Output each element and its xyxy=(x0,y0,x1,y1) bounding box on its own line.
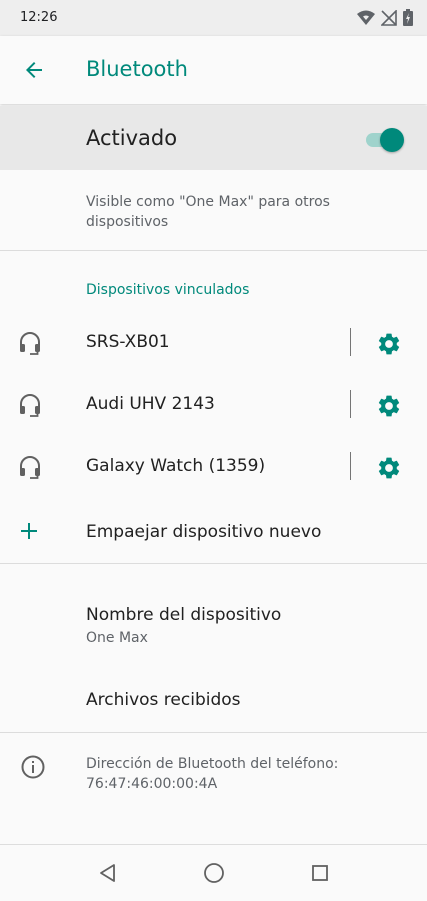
received-files-label: Archivos recibidos xyxy=(86,690,241,710)
device-name-title: Nombre del dispositivo xyxy=(86,605,282,625)
divider xyxy=(0,563,427,564)
vertical-divider xyxy=(350,390,351,418)
device-name: SRS-XB01 xyxy=(86,332,170,352)
bluetooth-master-switch[interactable]: Activado xyxy=(0,106,427,170)
navigation-bar xyxy=(0,844,427,901)
headset-icon xyxy=(20,456,40,479)
device-name-setting[interactable] xyxy=(0,590,427,660)
bluetooth-address: Dirección de Bluetooth del teléfono: 76:… xyxy=(86,754,338,794)
gear-icon[interactable] xyxy=(376,331,402,357)
headset-icon xyxy=(20,394,40,417)
gear-icon[interactable] xyxy=(376,455,402,481)
recents-square-icon[interactable] xyxy=(308,861,332,885)
battery-charging-icon xyxy=(403,9,413,26)
arrow-back-icon xyxy=(26,62,42,78)
page-title: Bluetooth xyxy=(86,57,188,81)
app-bar: Bluetooth xyxy=(0,36,427,104)
status-time: 12:26 xyxy=(20,10,58,25)
bluetooth-address-value: 76:47:46:00:00:4A xyxy=(86,776,218,792)
device-row-galaxy-watch[interactable]: Galaxy Watch (1359) xyxy=(0,436,427,498)
vertical-divider xyxy=(350,452,351,480)
device-name: Audi UHV 2143 xyxy=(86,394,215,414)
master-switch-label: Activado xyxy=(86,126,178,150)
no-signal-icon xyxy=(381,9,397,26)
pair-new-device-button[interactable]: Empaejar dispositivo nuevo xyxy=(0,504,427,562)
status-icons xyxy=(357,9,413,26)
status-bar: 12:26 xyxy=(0,0,427,36)
device-row-srs-xb01[interactable]: SRS-XB01 xyxy=(0,312,427,374)
device-name: Galaxy Watch (1359) xyxy=(86,456,266,476)
back-triangle-icon[interactable] xyxy=(96,861,120,885)
device-name-value: One Max xyxy=(86,630,148,646)
toggle-thumb xyxy=(380,128,404,152)
info-icon xyxy=(21,755,45,779)
divider xyxy=(0,250,427,251)
headset-icon xyxy=(20,332,40,355)
back-button[interactable] xyxy=(14,58,54,82)
visibility-text: Visible como "One Max" para otros dispos… xyxy=(86,194,330,230)
gear-icon[interactable] xyxy=(376,393,402,419)
home-circle-icon[interactable] xyxy=(202,861,226,885)
wifi-icon xyxy=(357,10,375,25)
bluetooth-toggle[interactable] xyxy=(366,128,406,152)
device-row-audi[interactable]: Audi UHV 2143 xyxy=(0,374,427,436)
vertical-divider xyxy=(350,328,351,356)
pair-new-device-label: Empaejar dispositivo nuevo xyxy=(86,522,322,542)
paired-devices-header: Dispositivos vinculados xyxy=(86,282,250,298)
bluetooth-address-label: Dirección de Bluetooth del teléfono: xyxy=(86,756,339,772)
divider xyxy=(0,732,427,733)
plus-icon xyxy=(21,523,37,539)
